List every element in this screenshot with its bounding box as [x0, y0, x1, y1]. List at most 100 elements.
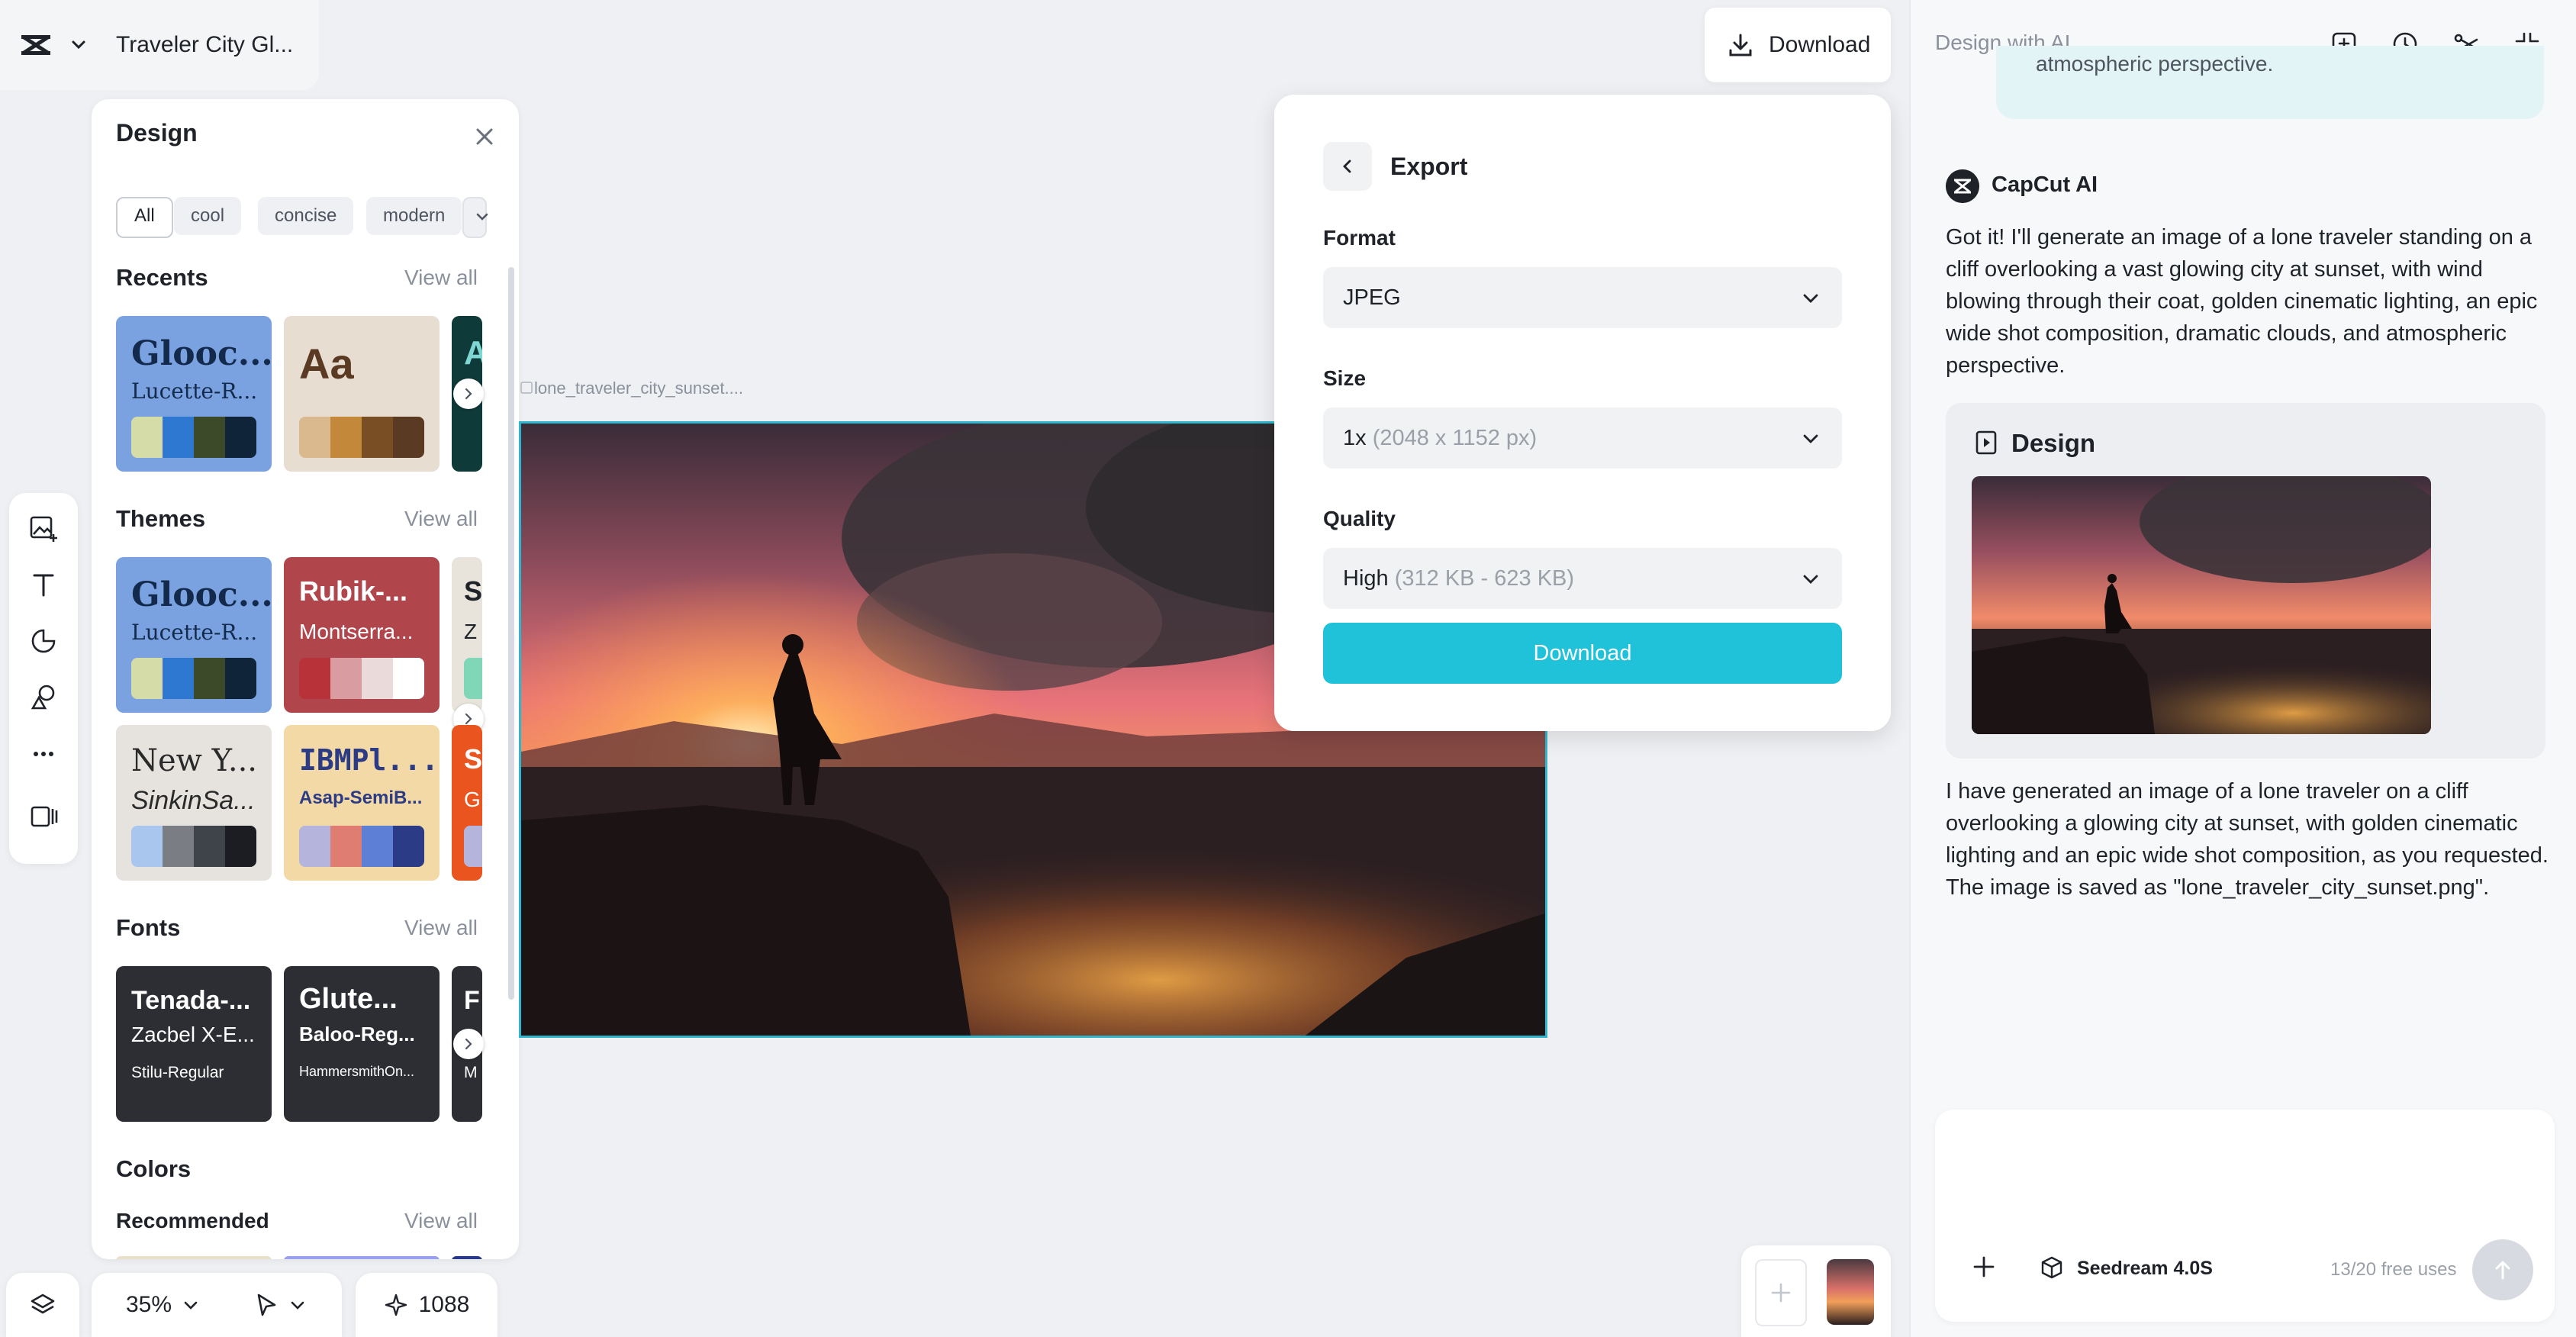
font-tile-caption: Stilu-Regular — [131, 1064, 224, 1081]
quality-value: High — [1343, 566, 1389, 591]
theme-tile[interactable]: IBMPl... Asap-SemiB... — [284, 725, 440, 881]
fonts-title: Fonts — [116, 914, 181, 941]
theme-tile[interactable]: S G — [452, 725, 482, 881]
size-select[interactable]: 1x (2048 x 1152 px) — [1323, 408, 1842, 469]
size-label: Size — [1323, 366, 1367, 390]
free-uses-counter: 13/20 free uses — [2330, 1259, 2457, 1280]
color-swatches — [131, 417, 256, 458]
chevron-down-icon[interactable] — [67, 34, 90, 56]
plus-icon[interactable] — [1970, 1253, 1998, 1281]
recent-tile[interactable]: Glooc... Lucette-R... — [116, 316, 272, 472]
color-palette-tile[interactable] — [452, 1256, 482, 1259]
filter-chip-cool[interactable]: cool — [174, 197, 242, 235]
thumbnail-image — [1972, 476, 2431, 734]
font-tile-body: Zacbel X-E... — [131, 1023, 255, 1046]
filter-chip-all[interactable]: All — [116, 197, 173, 238]
font-tile[interactable]: Glute... Baloo-Reg... HammersmithOn... — [284, 966, 440, 1122]
credits-badge[interactable]: 1088 — [356, 1273, 497, 1337]
color-swatches — [299, 417, 424, 458]
chevron-down-icon — [1803, 434, 1818, 443]
left-toolbar — [9, 493, 78, 864]
font-tile-heading: Glute... — [299, 983, 398, 1015]
model-cube-icon[interactable] — [2039, 1255, 2065, 1281]
design-panel-scrollbar[interactable] — [508, 267, 514, 1000]
zoom-level[interactable]: 35% — [126, 1292, 172, 1318]
tile-font-sub: Asap-SemiB... — [299, 788, 423, 808]
export-title: Export — [1390, 153, 1468, 180]
download-top-button[interactable]: Download — [1705, 8, 1891, 82]
arrow-up-icon — [2495, 1261, 2510, 1280]
chevron-down-icon[interactable] — [181, 1295, 201, 1315]
tile-font-name: S — [464, 743, 482, 775]
export-download-button[interactable]: Download — [1323, 623, 1842, 684]
recents-view-all[interactable]: View all — [404, 266, 478, 290]
tile-font-name: Rubik-... — [299, 575, 407, 607]
user-message-text: atmospheric perspective. — [2036, 52, 2274, 76]
canvas-file-label[interactable]: lone_traveler_city_sunset.... — [534, 379, 743, 398]
capcut-ai-avatar-icon — [1946, 169, 1979, 203]
recents-next-button[interactable] — [453, 379, 484, 409]
theme-tile[interactable]: Rubik-... Montserra... — [284, 557, 440, 713]
tile-font-sub: Lucette-R... — [131, 379, 258, 404]
send-button[interactable] — [2472, 1239, 2533, 1300]
format-select[interactable]: JPEG — [1323, 267, 1842, 328]
shape-tool-icon[interactable] — [28, 626, 59, 656]
document-title[interactable]: Traveler City Gl... — [116, 32, 293, 58]
quality-select[interactable]: High (312 KB - 623 KB) — [1323, 548, 1842, 609]
theme-tile[interactable]: S Z — [452, 557, 482, 713]
tile-font-name: New Y... — [131, 743, 258, 778]
image-file-icon — [520, 382, 533, 394]
color-swatches — [131, 658, 256, 699]
elements-tool-icon[interactable] — [28, 682, 59, 713]
tile-font-sub: SinkinSa... — [131, 786, 256, 815]
fonts-view-all[interactable]: View all — [404, 916, 478, 940]
font-tile[interactable]: Tenada-... Zacbel X-E... Stilu-Regular — [116, 966, 272, 1122]
font-tile-caption: HammersmithOn... — [299, 1064, 415, 1079]
recents-title: Recents — [116, 264, 208, 291]
design-panel-title: Design — [116, 119, 198, 147]
colors-view-all[interactable]: View all — [404, 1209, 478, 1233]
quality-range: (312 KB - 623 KB) — [1394, 566, 1575, 591]
color-palette-tile[interactable] — [284, 1256, 440, 1259]
layers-icon — [31, 1294, 55, 1314]
design-thumbnail[interactable] — [1972, 476, 2431, 734]
chevron-down-icon — [1803, 294, 1818, 303]
filter-expand-button[interactable] — [462, 197, 488, 238]
filter-chip-modern[interactable]: modern — [366, 197, 462, 235]
model-name[interactable]: Seedream 4.0S — [2077, 1258, 2213, 1280]
font-tile-heading: F — [464, 986, 480, 1015]
format-label: Format — [1323, 226, 1396, 250]
add-image-icon[interactable] — [28, 513, 59, 543]
pointer-tool-icon[interactable] — [253, 1291, 280, 1319]
design-result-card[interactable]: Design — [1946, 403, 2545, 759]
font-tile-heading: Tenada-... — [131, 986, 251, 1015]
theme-tile[interactable]: Glooc... Lucette-R... — [116, 557, 272, 713]
add-page-button[interactable] — [1755, 1259, 1807, 1326]
colors-title: Colors — [116, 1155, 192, 1182]
tile-font-sub: Z — [464, 620, 478, 643]
close-icon[interactable] — [473, 125, 496, 148]
filter-chip-concise[interactable]: concise — [258, 197, 354, 235]
chevron-down-icon[interactable] — [288, 1295, 308, 1315]
chat-input-box[interactable]: Seedream 4.0S 13/20 free uses — [1935, 1110, 2555, 1322]
size-dimensions: (2048 x 1152 px) — [1372, 426, 1538, 450]
tile-font-name: S — [464, 575, 482, 607]
color-palette-tile[interactable] — [116, 1256, 272, 1259]
text-tool-icon[interactable] — [28, 569, 59, 600]
recent-tile[interactable]: Aa — [284, 316, 440, 472]
download-icon — [1729, 34, 1752, 56]
theme-tile[interactable]: New Y... SinkinSa... — [116, 725, 272, 881]
color-swatches — [464, 826, 482, 867]
page-thumbnail[interactable] — [1827, 1259, 1874, 1325]
font-tile-caption: M — [464, 1064, 478, 1081]
size-value: 1x — [1343, 426, 1367, 450]
themes-view-all[interactable]: View all — [404, 507, 478, 531]
color-swatches — [464, 658, 482, 699]
fonts-next-button[interactable] — [453, 1029, 484, 1059]
capcut-logo-icon[interactable] — [17, 26, 55, 64]
slides-tool-icon[interactable] — [28, 801, 59, 832]
more-icon[interactable] — [28, 739, 59, 769]
layers-button[interactable] — [6, 1273, 79, 1337]
back-button[interactable] — [1323, 142, 1372, 191]
design-file-icon — [1975, 430, 1997, 455]
